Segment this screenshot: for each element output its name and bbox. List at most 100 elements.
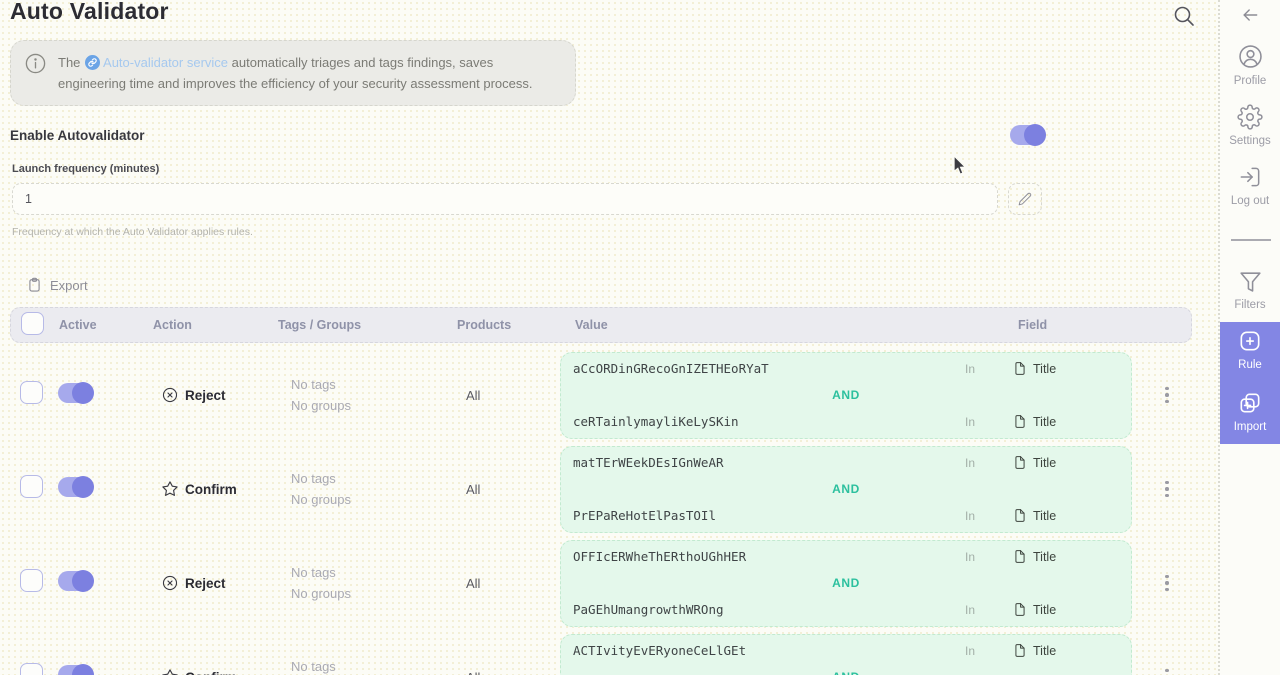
products-cell: All	[456, 576, 560, 591]
frequency-help-text: Frequency at which the Auto Validator ap…	[12, 226, 253, 238]
table-row: Reject No tags No groups All OFFIcERWheT…	[10, 536, 1192, 630]
action-cell: Reject	[152, 386, 277, 404]
condition-operator: In	[957, 509, 1013, 523]
confirm-star-icon	[161, 668, 179, 675]
products-cell: All	[456, 388, 560, 403]
row-menu-button[interactable]	[1161, 665, 1173, 675]
table-row: Confirm No tags No groups All matTErWEek…	[10, 442, 1192, 536]
conditions-box: OFFIcERWheThERthoUGhHER In Title AND PaG…	[560, 540, 1132, 627]
condition-operator: In	[957, 644, 1013, 658]
condition-field: Title	[1013, 549, 1125, 564]
sidebar-item-logout[interactable]: Log out	[1220, 164, 1280, 207]
autovalidator-service-link[interactable]: Auto-validator service	[103, 55, 228, 70]
condition-value: ACTIvityEvERyoneCeLlGEt	[573, 643, 957, 658]
table-row: Reject No tags No groups All aCcORDinGRe…	[10, 348, 1192, 442]
sidebar-item-import[interactable]: Import	[1220, 390, 1280, 433]
condition-operator: In	[957, 415, 1013, 429]
condition-field: Title	[1013, 643, 1125, 658]
tags-value: No tags	[291, 374, 456, 395]
launch-frequency-input[interactable]	[12, 183, 998, 215]
import-icon	[1237, 390, 1263, 416]
conditions-box: aCcORDinGRecoGnIZETHEoRYaT In Title AND …	[560, 352, 1132, 439]
circle-x-icon	[161, 386, 179, 404]
value-cell: ACTIvityEvERyoneCeLlGEt In Title AND	[560, 634, 1142, 675]
and-separator: AND	[561, 570, 1131, 597]
column-field: Field	[1018, 318, 1047, 332]
row-menu-button[interactable]	[1161, 477, 1173, 502]
edit-frequency-button[interactable]	[1008, 183, 1042, 215]
conditions-box: ACTIvityEvERyoneCeLlGEt In Title AND	[560, 634, 1132, 675]
condition-field: Title	[1013, 508, 1125, 523]
row-checkbox[interactable]	[20, 475, 43, 498]
file-icon	[1013, 508, 1027, 523]
add-rule-icon	[1237, 328, 1263, 354]
tags-groups-cell: No tags No groups	[277, 468, 456, 510]
file-icon	[1013, 455, 1027, 470]
value-cell: OFFIcERWheThERthoUGhHER In Title AND PaG…	[560, 540, 1142, 627]
right-sidebar: Profile Settings Log out Filters Rule Im…	[1218, 0, 1280, 675]
tags-groups-cell: No tags No groups	[277, 374, 456, 416]
condition-field: Title	[1013, 602, 1125, 617]
circle-x-icon	[161, 574, 179, 592]
row-active-toggle[interactable]	[58, 571, 91, 591]
file-icon	[1013, 361, 1027, 376]
table-row: Confirm No tags No groups All ACTIvityEv…	[10, 630, 1192, 675]
collapse-sidebar-button[interactable]	[1220, 5, 1280, 25]
condition-operator: In	[957, 550, 1013, 564]
file-icon	[1013, 643, 1027, 658]
export-button[interactable]: Export	[26, 276, 88, 294]
products-cell: All	[456, 670, 560, 675]
row-menu-button[interactable]	[1161, 383, 1173, 408]
condition-field: Title	[1013, 455, 1125, 470]
condition-field: Title	[1013, 414, 1125, 429]
banner-text: The Auto-validator service automatically…	[58, 52, 559, 94]
products-cell: All	[456, 482, 560, 497]
condition-row: PrEPaReHotElPasTOIl In Title	[561, 503, 1131, 529]
sidebar-item-settings[interactable]: Settings	[1220, 104, 1280, 147]
groups-value: No groups	[291, 489, 456, 510]
action-cell: Confirm	[152, 668, 277, 675]
column-tags-groups: Tags / Groups	[278, 318, 457, 332]
condition-value: ceRTainlymayliKeLySKin	[573, 414, 957, 429]
sidebar-item-filters[interactable]: Filters	[1220, 269, 1280, 311]
tags-groups-cell: No tags No groups	[277, 656, 456, 675]
groups-value: No groups	[291, 583, 456, 604]
condition-value: matTErWEekDEsIGnWeAR	[573, 455, 957, 470]
condition-operator: In	[957, 603, 1013, 617]
action-cell: Confirm	[152, 480, 277, 498]
and-separator: AND	[561, 476, 1131, 503]
page-title: Auto Validator	[10, 0, 169, 25]
link-icon	[85, 55, 100, 70]
condition-operator: In	[957, 456, 1013, 470]
row-menu-button[interactable]	[1161, 571, 1173, 596]
rules-table: Active Action Tags / Groups Products Val…	[10, 307, 1192, 675]
sidebar-divider	[1231, 239, 1271, 241]
search-icon[interactable]	[1172, 4, 1196, 28]
enable-autovalidator-label: Enable Autovalidator	[10, 128, 145, 143]
condition-row: OFFIcERWheThERthoUGhHER In Title	[561, 544, 1131, 570]
info-icon	[24, 52, 47, 75]
condition-row: matTErWEekDEsIGnWeAR In Title	[561, 450, 1131, 476]
column-value: Value	[575, 318, 608, 332]
column-active: Active	[59, 318, 153, 332]
select-all-checkbox[interactable]	[21, 312, 44, 335]
tags-value: No tags	[291, 562, 456, 583]
condition-value: aCcORDinGRecoGnIZETHEoRYaT	[573, 361, 957, 376]
row-active-toggle[interactable]	[58, 665, 91, 675]
sidebar-item-rule[interactable]: Rule	[1220, 328, 1280, 371]
table-body: Reject No tags No groups All aCcORDinGRe…	[10, 348, 1192, 675]
row-checkbox[interactable]	[20, 569, 43, 592]
row-active-toggle[interactable]	[58, 477, 91, 497]
file-icon	[1013, 602, 1027, 617]
column-products: Products	[457, 318, 561, 332]
condition-field: Title	[1013, 361, 1125, 376]
row-checkbox[interactable]	[20, 663, 43, 675]
enable-autovalidator-toggle[interactable]	[1010, 125, 1043, 145]
file-icon	[1013, 549, 1027, 564]
action-cell: Reject	[152, 574, 277, 592]
condition-operator: In	[957, 362, 1013, 376]
row-active-toggle[interactable]	[58, 383, 91, 403]
sidebar-item-profile[interactable]: Profile	[1220, 43, 1280, 87]
mouse-cursor	[952, 156, 968, 176]
row-checkbox[interactable]	[20, 381, 43, 404]
